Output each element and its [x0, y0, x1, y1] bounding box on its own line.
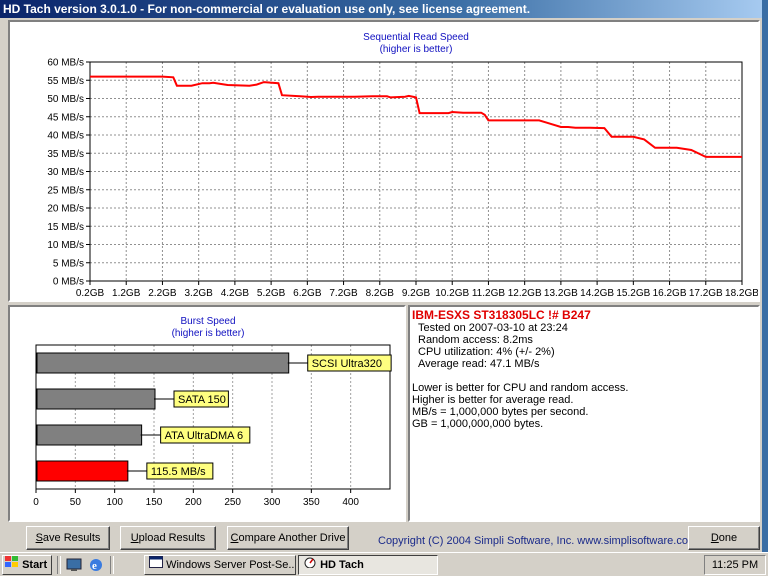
cpu-utilization: CPU utilization: 4% (+/- 2%) [418, 346, 555, 358]
sequential-chart-subtitle: (higher is better) [380, 44, 453, 55]
burst-chart-title: Burst Speed [180, 316, 235, 327]
burst-x-tick-label: 300 [264, 497, 281, 508]
x-tick-label: 17.2GB [689, 288, 723, 299]
burst-bar [36, 424, 143, 446]
burst-x-tick-label: 250 [224, 497, 241, 508]
note-mbs-definition: MB/s = 1,000,000 bytes per second. [412, 406, 589, 418]
quick-launch-divider [57, 556, 61, 574]
taskbar-item-windows-server[interactable]: Windows Server Post-Se... [144, 555, 296, 575]
y-tick-label: 10 MB/s [47, 240, 84, 251]
svg-text:e: e [92, 560, 97, 572]
random-access: Random access: 8.2ms [418, 334, 533, 346]
task1-label: Windows Server Post-Se... [166, 559, 296, 571]
note-lower-better: Lower is better for CPU and random acces… [412, 382, 629, 394]
copyright-link[interactable]: Copyright (C) 2004 Simpli Software, Inc.… [378, 535, 697, 547]
x-tick-label: 3.2GB [184, 288, 213, 299]
y-tick-label: 25 MB/s [47, 185, 84, 196]
x-tick-label: 4.2GB [221, 288, 250, 299]
burst-speed-panel: Burst Speed (higher is better) 0 50 100 150 20… [8, 305, 406, 522]
y-tick-label: 35 MB/s [47, 149, 84, 160]
x-tick-label: 0.2GB [76, 288, 105, 299]
internet-explorer-icon[interactable]: e [88, 557, 104, 576]
x-tick-label: 8.2GB [366, 288, 395, 299]
burst-bar-label: 115.5 MB/s [151, 466, 206, 478]
windows-logo-icon [5, 556, 19, 574]
y-tick-label: 60 MB/s [47, 58, 84, 69]
burst-bar-label: SATA 150 [178, 394, 226, 406]
y-tick-label: 50 MB/s [47, 94, 84, 105]
burst-x-tick-label: 400 [342, 497, 359, 508]
burst-bar-label: ATA UltraDMA 6 [165, 430, 243, 442]
x-tick-label: 2.2GB [148, 288, 177, 299]
task2-label: HD Tach [320, 559, 364, 571]
note-higher-better: Higher is better for average read. [412, 394, 574, 406]
x-tick-label: 1.2GB [112, 288, 141, 299]
taskbar-item-hd-tach[interactable]: HD Tach [298, 555, 438, 575]
y-tick-label: 30 MB/s [47, 167, 84, 178]
y-tick-label: 55 MB/s [47, 76, 84, 87]
burst-chart-subtitle: (higher is better) [172, 328, 245, 339]
hd-tach-window: HD Tach version 3.0.1.0 - For non-commer… [0, 0, 762, 552]
drive-info-panel: IBM-ESXS ST318305LC !# B247 Tested on 20… [408, 305, 760, 522]
burst-bar [36, 388, 156, 410]
x-tick-label: 6.2GB [293, 288, 322, 299]
drive-model: IBM-ESXS ST318305LC !# B247 [412, 308, 591, 322]
taskbar: Start e Windows Server Post-Se... HD Tac… [0, 552, 768, 576]
save-results-button[interactable]: Save Results [26, 526, 110, 550]
x-tick-label: 9.2GB [402, 288, 431, 299]
burst-x-tick-label: 50 [70, 497, 82, 508]
x-tick-label: 16.2GB [653, 288, 687, 299]
burst-x-tick-label: 0 [33, 497, 39, 508]
system-clock: 11:25 PM [704, 555, 766, 575]
x-tick-label: 13.2GB [544, 288, 578, 299]
start-button[interactable]: Start [2, 555, 52, 575]
start-label: Start [22, 559, 48, 571]
y-tick-label: 20 MB/s [47, 204, 84, 215]
window-app-icon [149, 556, 163, 574]
x-tick-label: 12.2GB [508, 288, 542, 299]
x-tick-label: 7.2GB [329, 288, 358, 299]
y-tick-label: 0 MB/s [53, 277, 84, 288]
sequential-read-panel: Sequential Read Speed (higher is better) 6… [8, 20, 760, 302]
sequential-read-chart: Sequential Read Speed(higher is better) 6… [47, 32, 758, 299]
task-divider [110, 556, 114, 574]
x-tick-label: 5.2GB [257, 288, 286, 299]
burst-x-tick-label: 100 [106, 497, 123, 508]
burst-bar-label: SCSI Ultra320 [312, 358, 382, 370]
upload-results-button[interactable]: Upload Results [120, 526, 216, 550]
hd-tach-app-icon [303, 556, 317, 574]
y-tick-label: 45 MB/s [47, 112, 84, 123]
y-tick-label: 40 MB/s [47, 131, 84, 142]
burst-x-tick-label: 150 [146, 497, 163, 508]
x-tick-label: 15.2GB [616, 288, 650, 299]
x-tick-label: 14.2GB [580, 288, 614, 299]
compare-another-drive-button[interactable]: Compare Another Drive [227, 526, 349, 550]
burst-bar [36, 352, 290, 374]
desktop-background [762, 0, 768, 552]
window-title: HD Tach version 3.0.1.0 - For non-commer… [0, 0, 762, 18]
note-gb-definition: GB = 1,000,000,000 bytes. [412, 418, 544, 430]
burst-bar [36, 460, 129, 482]
tested-date: Tested on 2007-03-10 at 23:24 [418, 322, 568, 334]
average-read: Average read: 47.1 MB/s [418, 358, 540, 370]
done-button[interactable]: Done [688, 526, 760, 550]
sequential-chart-title: Sequential Read Speed [363, 32, 469, 43]
x-tick-label: 18.2GB [725, 288, 758, 299]
x-tick-label: 10.2GB [435, 288, 469, 299]
burst-x-tick-label: 350 [303, 497, 320, 508]
show-desktop-icon[interactable] [66, 558, 82, 575]
y-tick-label: 5 MB/s [53, 258, 84, 269]
x-tick-label: 11.2GB [472, 288, 505, 299]
burst-x-tick-label: 200 [185, 497, 202, 508]
y-tick-label: 15 MB/s [47, 222, 84, 233]
burst-speed-chart: Burst Speed(higher is better) 0 50 100 150 20… [33, 316, 392, 508]
